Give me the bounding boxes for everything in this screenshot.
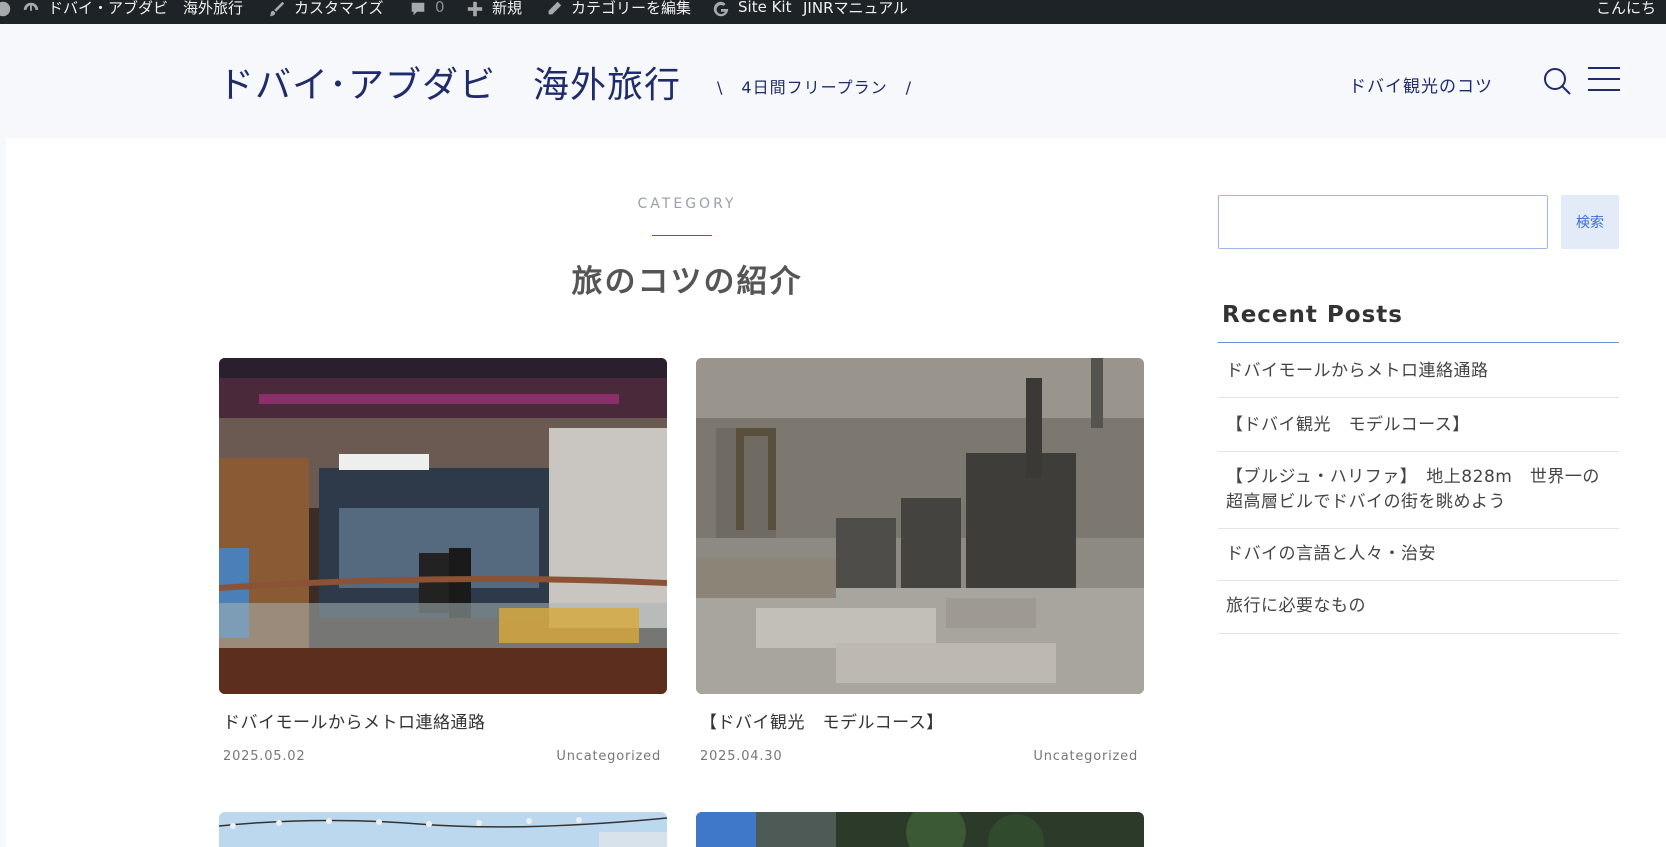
admin-bar-site-kit-label: Site Kit — [738, 0, 792, 16]
admin-bar-edit-category-label: カテゴリーを編集 — [571, 0, 692, 17]
admin-bar-account[interactable]: こんにち — [1596, 0, 1656, 24]
recent-post-item[interactable]: ドバイの言語と人々・治安 — [1218, 529, 1619, 581]
hamburger-menu-button[interactable] — [1588, 67, 1620, 95]
post-card[interactable]: ドバイモールからメトロ連絡通路 2025.05.02 Uncategorized — [219, 358, 667, 764]
description-slash-left: \ — [717, 78, 724, 97]
google-g-icon — [712, 0, 730, 17]
comment-icon — [409, 0, 427, 16]
admin-bar-greeting: こんにち — [1595, 0, 1656, 17]
site-title[interactable]: ドバイ･アブダビ 海外旅行 — [218, 56, 681, 108]
site-header: ドバイ･アブダビ 海外旅行 \ 4日間フリープラン / ドバイ観光のコツ — [0, 24, 1666, 138]
brush-icon — [268, 0, 286, 17]
recent-posts-list: ドバイモールからメトロ連絡通路 【ドバイ観光 モデルコース】 【ブルジュ・ハリフ… — [1218, 343, 1619, 634]
post-meta: 2025.04.30 Uncategorized — [696, 749, 1144, 764]
header-search-button[interactable] — [1542, 66, 1572, 96]
sidebar-search-button[interactable]: 検索 — [1561, 195, 1619, 249]
recent-posts-title: Recent Posts — [1222, 302, 1403, 328]
hamburger-line — [1588, 67, 1620, 69]
post-date: 2025.04.30 — [700, 749, 783, 764]
main-content: CATEGORY 旅のコツの紹介 ドバイモールからメトロ連絡通路 2025.05… — [6, 138, 1666, 847]
category-label: CATEGORY — [637, 196, 737, 212]
admin-bar-customize-label: カスタマイズ — [294, 0, 384, 17]
admin-bar-site-name: ドバイ・アブダビ 海外旅行 — [48, 0, 244, 17]
description-slash-right: / — [905, 78, 913, 97]
recent-post-item[interactable]: 旅行に必要なもの — [1218, 581, 1619, 634]
plus-icon — [466, 0, 484, 17]
admin-bar-manual-label: JINRマニュアル — [803, 0, 909, 17]
description-text: 4日間フリープラン — [741, 78, 888, 97]
admin-bar-dashboard[interactable] — [0, 0, 12, 24]
post-date: 2025.05.02 — [223, 749, 306, 764]
hamburger-line — [1588, 89, 1620, 91]
category-title: 旅のコツの紹介 — [571, 264, 803, 300]
recent-post-item[interactable]: 【ドバイ観光 モデルコース】 — [1218, 398, 1619, 452]
admin-bar-comments[interactable]: 0 — [409, 0, 445, 24]
post-thumbnail-mall[interactable] — [219, 358, 667, 694]
post-title[interactable]: ドバイモールからメトロ連絡通路 — [219, 708, 667, 733]
admin-bar: ドバイ・アブダビ 海外旅行 カスタマイズ 0 新規 カテゴリーを編集 Site … — [0, 0, 1666, 24]
nav-link-dubai-tips[interactable]: ドバイ観光のコツ — [1349, 72, 1493, 97]
post-thumbnail-lower-left[interactable] — [219, 812, 667, 847]
dashboard-icon — [0, 0, 11, 17]
admin-bar-manual[interactable]: JINRマニュアル — [803, 0, 908, 24]
pencil-icon — [545, 0, 563, 15]
site-description: \ 4日間フリープラン / — [717, 74, 930, 98]
sidebar-search-input[interactable] — [1218, 195, 1548, 249]
search-icon — [1544, 68, 1571, 95]
admin-bar-site[interactable]: ドバイ・アブダビ 海外旅行 — [22, 0, 243, 24]
recent-post-item[interactable]: ドバイモールからメトロ連絡通路 — [1218, 343, 1619, 398]
post-card[interactable]: 【ドバイ観光 モデルコース】 2025.04.30 Uncategorized — [696, 358, 1144, 764]
hamburger-line — [1588, 78, 1620, 80]
admin-bar-comments-count: 0 — [435, 0, 445, 16]
gauge-icon — [22, 0, 40, 14]
post-meta: 2025.05.02 Uncategorized — [219, 749, 667, 764]
admin-bar-new[interactable]: 新規 — [466, 0, 522, 24]
post-category[interactable]: Uncategorized — [556, 749, 661, 764]
category-divider — [652, 235, 712, 236]
admin-bar-new-label: 新規 — [492, 0, 523, 17]
admin-bar-customize[interactable]: カスタマイズ — [268, 0, 384, 24]
recent-post-item[interactable]: 【ブルジュ・ハリファ】 地上828m 世界一の超高層ビルでドバイの街を眺めよう — [1218, 452, 1619, 529]
post-thumbnail-lower-right[interactable] — [696, 812, 1144, 847]
admin-bar-edit-category[interactable]: カテゴリーを編集 — [545, 0, 691, 24]
admin-bar-site-kit[interactable]: Site Kit — [712, 0, 791, 24]
post-thumbnail-city[interactable] — [696, 358, 1144, 694]
post-title[interactable]: 【ドバイ観光 モデルコース】 — [696, 708, 1144, 733]
post-category[interactable]: Uncategorized — [1033, 749, 1138, 764]
